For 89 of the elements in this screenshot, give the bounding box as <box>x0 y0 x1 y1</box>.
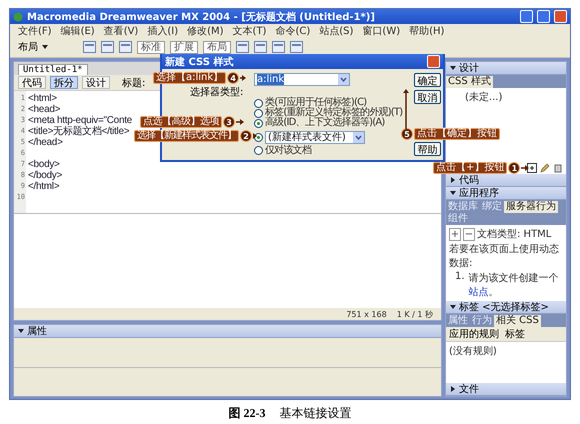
stylesheet-select[interactable]: (新建样式表文件) <box>265 131 365 144</box>
code-line: </body> <box>28 170 62 181</box>
panel-tab[interactable]: 服务器行为 <box>504 201 558 213</box>
close-button[interactable] <box>427 55 440 68</box>
radio-button[interactable] <box>254 118 263 128</box>
close-button[interactable] <box>554 10 567 23</box>
style-list-item[interactable]: (未定...) <box>465 90 563 104</box>
selected-text: a:link <box>257 74 284 85</box>
radio-label: 类(可应用于任何标签)(C) <box>265 98 366 108</box>
rule-row-text: (没有规则) <box>449 345 498 358</box>
expand-triangle-icon[interactable] <box>450 386 456 392</box>
menu-item[interactable]: 命令(C) <box>275 24 310 38</box>
menu-item[interactable]: 插入(I) <box>147 24 178 38</box>
menu-item[interactable]: 编辑(E) <box>60 24 95 38</box>
panel-tab[interactable]: CSS 样式 <box>446 76 493 88</box>
menu-item[interactable]: 帮助(H) <box>409 24 444 38</box>
expand-triangle-icon[interactable] <box>450 177 456 183</box>
name-field[interactable]: a:link <box>254 73 350 86</box>
leader-line <box>240 75 246 81</box>
dialog-button[interactable]: 确定 <box>414 73 441 87</box>
radio-button[interactable] <box>254 146 263 155</box>
leader-line <box>403 89 409 129</box>
figure-number: 图 22-3 <box>228 405 266 422</box>
step-number: 1. <box>455 271 465 284</box>
callout-label: 选择【新建样式表文件】 <box>134 130 239 142</box>
panel-title[interactable]: 属性 <box>27 324 47 338</box>
new-style-icon[interactable] <box>527 163 537 173</box>
remove-button[interactable]: − <box>463 228 475 240</box>
radio-label: 高级(ID、上下文选择器等)(A) <box>265 118 384 128</box>
collapse-triangle-icon[interactable] <box>450 190 456 196</box>
code-line: </head> <box>28 137 63 148</box>
menu-item[interactable]: 查看(V) <box>104 24 138 38</box>
maximize-button[interactable] <box>537 10 550 23</box>
radio-button[interactable] <box>254 133 263 142</box>
code-line: <head> <box>28 104 60 115</box>
info-text: 若要在该页面上使用动态数据: <box>449 242 560 270</box>
menu-item[interactable]: 文件(F) <box>18 24 52 38</box>
view-tab[interactable]: 拆分 <box>50 76 78 89</box>
view-tab[interactable]: 代码 <box>18 76 46 89</box>
step-text: 请为该文件创建一个 站点。 <box>468 272 560 299</box>
caret-icon[interactable] <box>42 45 48 49</box>
view-mode-button[interactable]: 布局 <box>203 40 231 54</box>
radio-label: 标签(重新定义特定标签的外观)(T) <box>265 108 402 118</box>
site-link[interactable]: 站点 <box>468 287 489 298</box>
document-type: 文档类型: HTML <box>477 228 552 241</box>
window-size: 751 x 168 <box>346 310 387 318</box>
collapse-triangle-icon[interactable] <box>450 65 456 71</box>
minimize-button[interactable] <box>520 10 533 23</box>
view-mode-button[interactable]: 扩展 <box>170 40 198 54</box>
title-label: 标题: <box>122 76 146 90</box>
code-line: <title>无标题文档</title> <box>28 126 130 137</box>
callout-label: 点击【确定】按钮 <box>414 128 500 140</box>
collapse-triangle-icon[interactable] <box>18 328 24 334</box>
menu-item[interactable]: 修改(M) <box>187 24 224 38</box>
callout-label: 选择【a:link】 <box>153 72 226 84</box>
panel-title[interactable]: 设计 <box>459 61 479 75</box>
panel-title[interactable]: 代码 <box>459 173 479 187</box>
radio-button[interactable] <box>254 108 263 118</box>
radio-button[interactable] <box>254 98 263 108</box>
code-line: </html> <box>28 181 60 192</box>
dialog-title: 新建 CSS 样式 <box>165 55 234 68</box>
leader-line <box>236 119 244 125</box>
callout-label: 点击【+】按钮 <box>433 162 508 174</box>
menu-item[interactable]: 站点(S) <box>319 24 354 38</box>
code-line: <body> <box>28 159 60 170</box>
help-button[interactable]: 帮助 <box>414 142 441 156</box>
figure-caption: 基本链接设置 <box>280 405 352 422</box>
code-line: <meta http-equiv="Conte <box>28 115 132 126</box>
download-size: 1 K / 1 秒 <box>396 308 433 320</box>
menu-item[interactable]: 文本(T) <box>232 24 266 38</box>
callout-label: 点选【高级】选项 <box>140 116 222 128</box>
panel-tab[interactable]: 相关 CSS <box>494 315 541 327</box>
radio-label: 仅对该文档 <box>265 146 312 156</box>
add-button[interactable]: + <box>449 228 461 240</box>
document-tab[interactable]: Untitled-1* <box>18 64 88 75</box>
view-tab[interactable]: 设计 <box>82 76 110 89</box>
menu-item[interactable]: 窗口(W) <box>362 24 400 38</box>
app-icon <box>13 12 23 22</box>
category-menu[interactable]: 布局 <box>18 40 38 54</box>
code-line: <html> <box>28 93 57 104</box>
collapse-triangle-icon[interactable] <box>450 304 456 310</box>
dialog-button[interactable]: 取消 <box>414 90 441 104</box>
window-title: Macromedia Dreamweaver MX 2004 - [无标题文档 (Untitled-1*)] <box>27 10 376 24</box>
column-header: 应用的规则 <box>448 328 500 341</box>
column-header: 标签 <box>504 328 526 341</box>
panel-title[interactable]: 文件 <box>459 382 479 396</box>
selector-type-label: 选择器类型: <box>190 86 244 98</box>
leader-line <box>521 165 530 171</box>
view-mode-button[interactable]: 标准 <box>137 40 165 54</box>
